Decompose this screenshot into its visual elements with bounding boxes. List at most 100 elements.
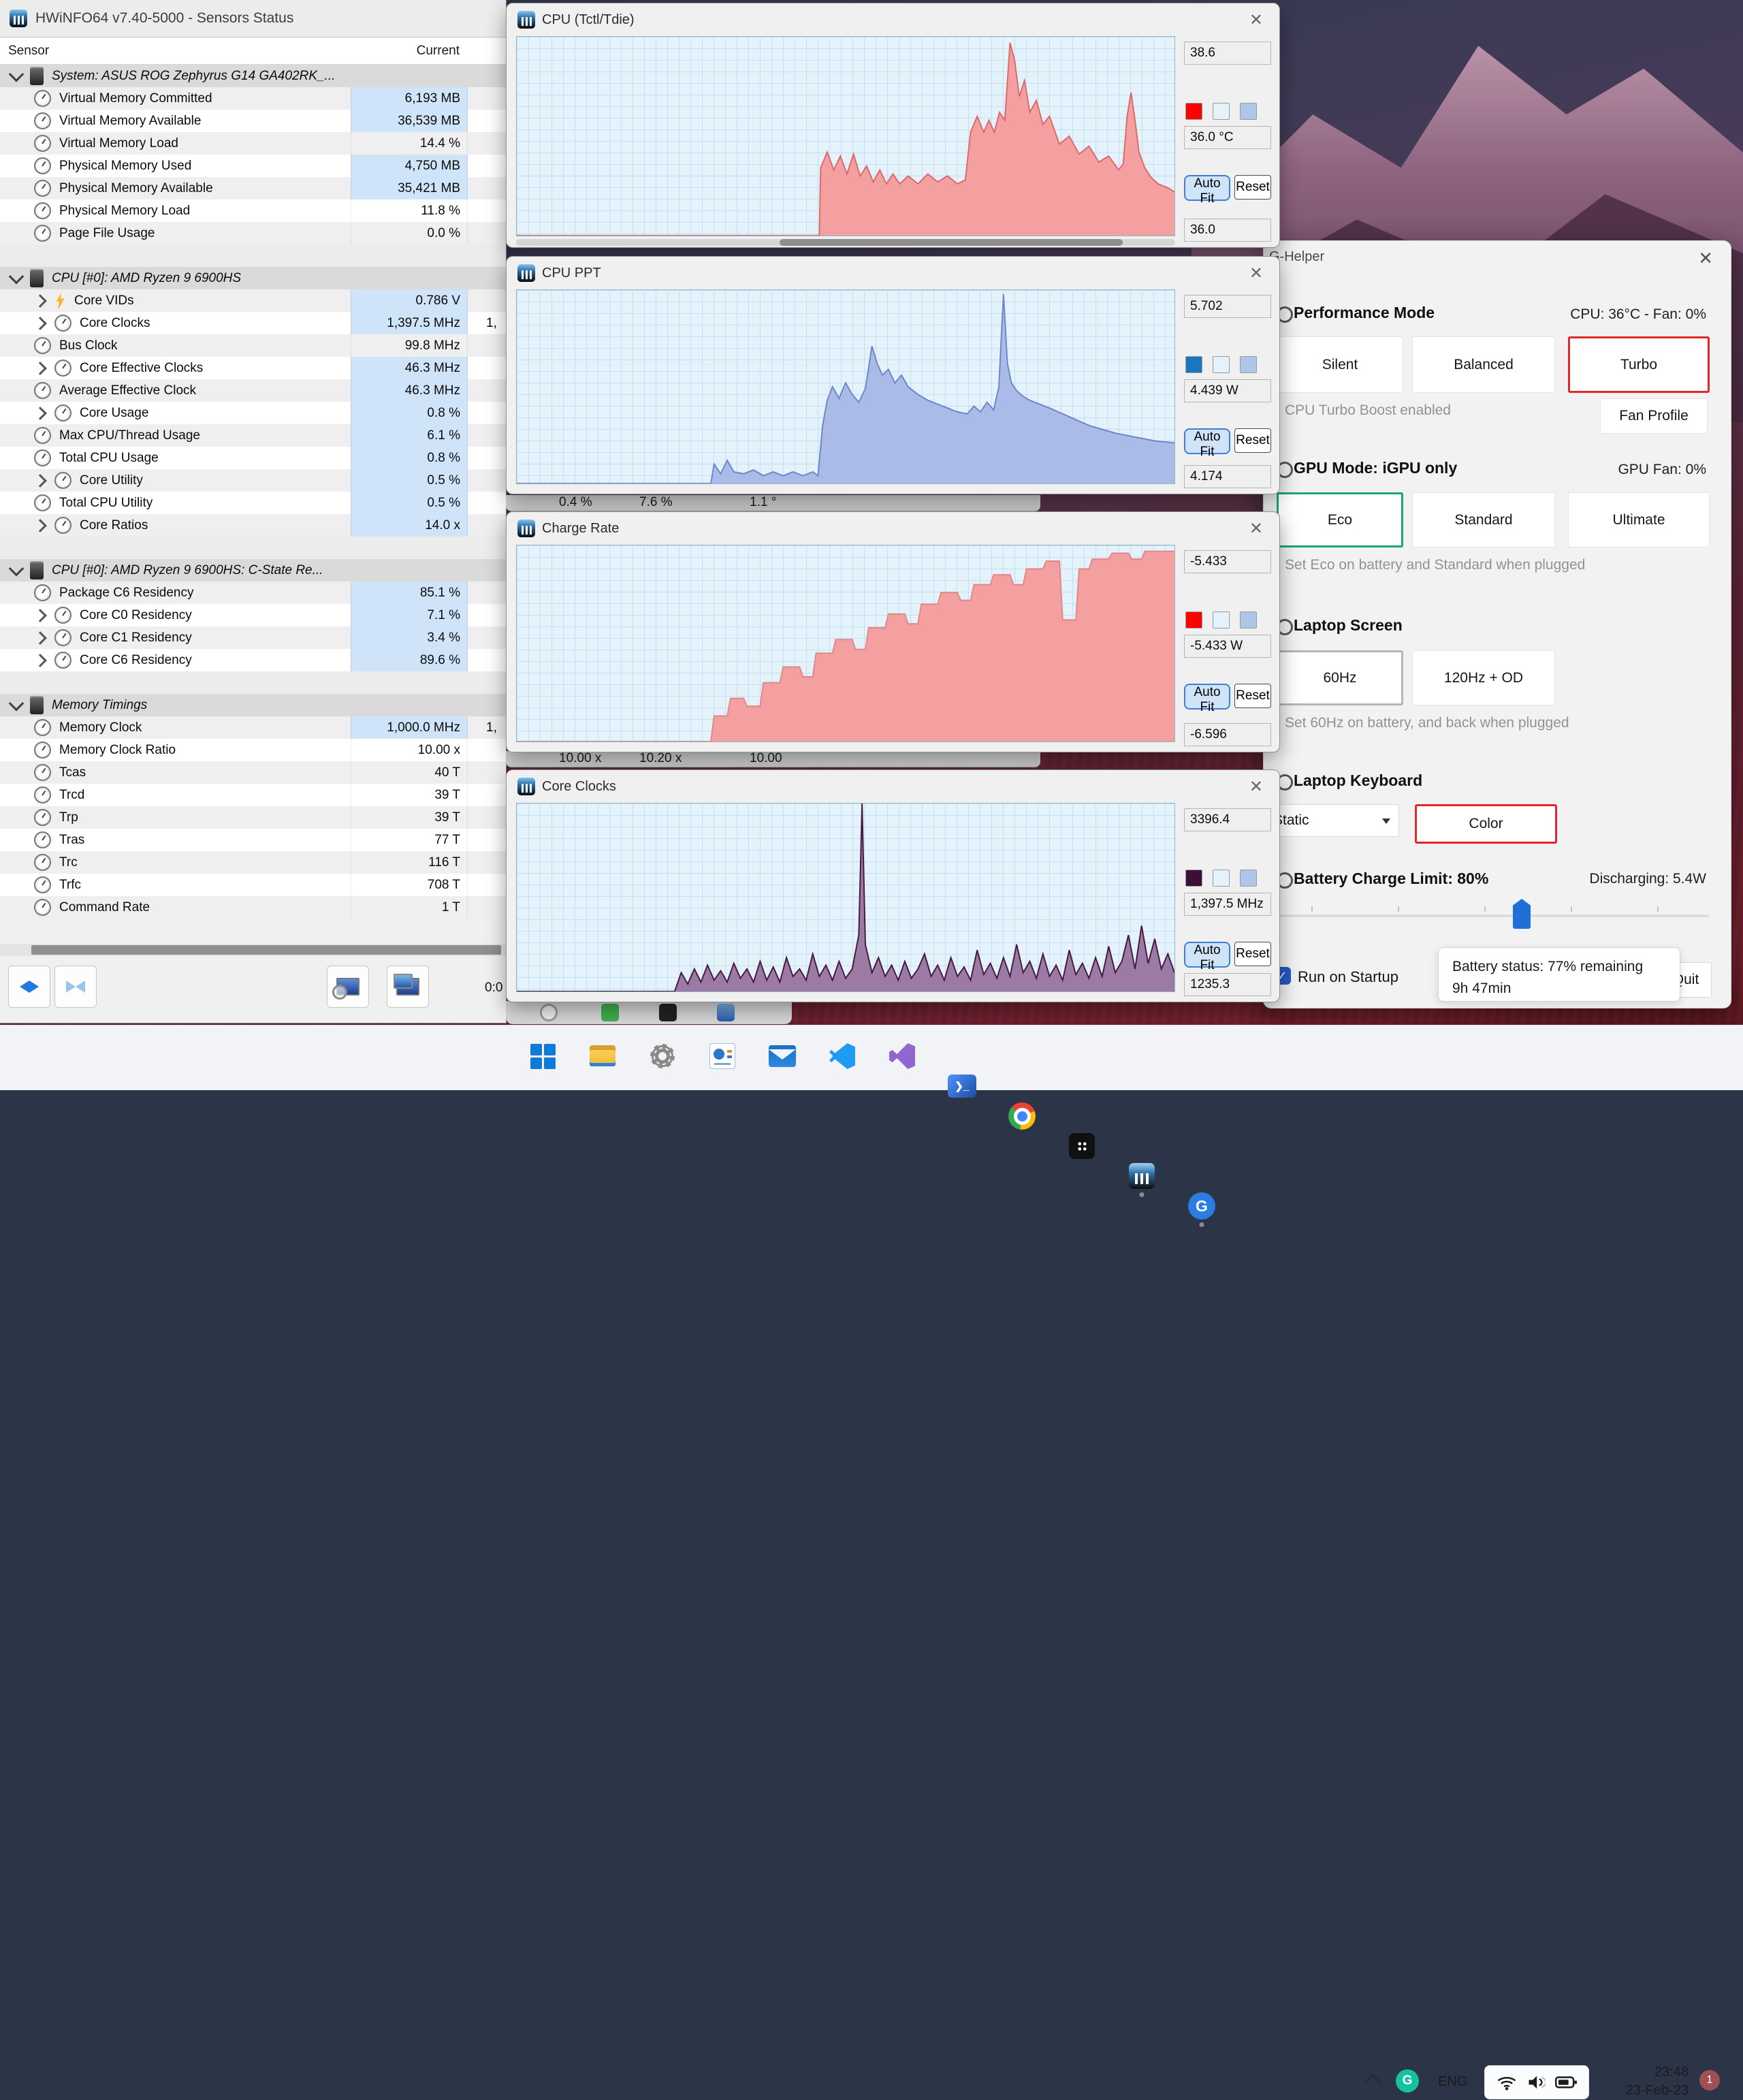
clock[interactable]: 23:48 23-Feb-23 [1620, 2063, 1689, 2100]
horizontal-scrollbar[interactable] [0, 944, 506, 956]
screen-button-120hz[interactable]: 120Hz + OD [1412, 650, 1555, 705]
battery-limit-slider[interactable] [1277, 906, 1709, 917]
sensor-row[interactable]: Core Clocks 1,397.5 MHz 1, [0, 312, 506, 334]
screen-button-60hz[interactable]: 60Hz [1277, 650, 1403, 705]
sensor-row[interactable]: Core Effective Clocks 46.3 MHz [0, 357, 506, 379]
taskbar-icon-settings[interactable] [647, 1041, 677, 1071]
taskbar-icon-mail[interactable] [767, 1041, 797, 1071]
sensor-row[interactable]: Virtual Memory Committed 6,193 MB [0, 87, 506, 110]
keyboard-mode-dropdown[interactable]: Static [1266, 804, 1399, 837]
sensor-row[interactable]: Average Effective Clock 46.3 MHz [0, 379, 506, 402]
sensor-row[interactable]: Command Rate 1 T [0, 896, 506, 919]
expand-columns-button[interactable] [8, 966, 50, 1008]
collapse-icon[interactable] [8, 66, 25, 82]
auto-fit-button[interactable]: Auto Fit [1184, 175, 1230, 206]
background-color-swatch[interactable] [1213, 611, 1230, 629]
system-tray[interactable] [1484, 2065, 1589, 2099]
taskbar-icon-powershell[interactable] [947, 1071, 977, 1101]
language-indicator[interactable]: ENG [1438, 2074, 1467, 2090]
expand-icon[interactable] [33, 316, 47, 330]
taskbar-icon-visual-studio[interactable] [887, 1041, 917, 1071]
reset-button[interactable]: Reset [1234, 428, 1271, 453]
sensor-group-row[interactable]: CPU [#0]: AMD Ryzen 9 6900HS [0, 267, 506, 289]
background-color-swatch[interactable] [1213, 103, 1230, 120]
expand-icon[interactable] [33, 361, 47, 375]
collapse-icon[interactable] [8, 560, 25, 576]
grammarly-tray-icon[interactable]: G [1396, 2069, 1419, 2093]
sensor-row[interactable]: Total CPU Usage 0.8 % [0, 447, 506, 469]
sensor-row[interactable]: Trfc 708 T [0, 874, 506, 896]
series-color-swatch[interactable] [1185, 356, 1202, 373]
grid-color-swatch[interactable] [1240, 103, 1257, 120]
sensor-row[interactable]: Total CPU Utility 0.5 % [0, 492, 506, 514]
taskbar-icon-start[interactable] [528, 1041, 558, 1071]
keyboard-color-button[interactable]: Color [1415, 804, 1557, 844]
graph-window-titlebar[interactable]: CPU (Tctl/Tdie) ✕ [507, 3, 1279, 36]
sensor-row[interactable]: Trcd 39 T [0, 784, 506, 806]
taskbar-icon-ghelper[interactable] [1187, 1191, 1217, 1227]
gpu-button-ultimate[interactable]: Ultimate [1568, 492, 1710, 547]
sensor-row[interactable]: Core C1 Residency 3.4 % [0, 626, 506, 649]
sensor-row[interactable]: Virtual Memory Available 36,539 MB [0, 110, 506, 132]
column-header-sensor[interactable]: Sensor [8, 44, 49, 59]
sensor-row[interactable]: Virtual Memory Load 14.4 % [0, 132, 506, 155]
sensor-row[interactable]: Trp 39 T [0, 806, 506, 829]
sensor-row[interactable]: Physical Memory Used 4,750 MB [0, 155, 506, 177]
sensor-row[interactable]: Physical Memory Available 35,421 MB [0, 177, 506, 200]
monitor-search-button[interactable] [327, 966, 369, 1008]
graph-window-titlebar[interactable]: CPU PPT ✕ [507, 257, 1279, 289]
series-color-swatch[interactable] [1185, 103, 1202, 120]
mode-button-silent[interactable]: Silent [1277, 336, 1403, 393]
expand-icon[interactable] [33, 608, 47, 622]
sensor-group-row[interactable]: System: ASUS ROG Zephyrus G14 GA402RK_..… [0, 65, 506, 87]
expand-icon[interactable] [33, 473, 47, 488]
expand-icon[interactable] [33, 518, 47, 532]
taskbar-icon-explorer[interactable] [588, 1041, 618, 1071]
close-icon[interactable]: ✕ [1249, 519, 1263, 539]
expand-icon[interactable] [33, 293, 47, 308]
close-icon[interactable]: ✕ [1249, 777, 1263, 797]
tray-chevron-up-icon[interactable] [1364, 2073, 1381, 2090]
column-header-current[interactable]: Current [351, 44, 460, 59]
series-color-swatch[interactable] [1185, 611, 1202, 629]
sensor-row[interactable]: Core VIDs 0.786 V [0, 289, 506, 312]
grid-color-swatch[interactable] [1240, 870, 1257, 887]
reset-button[interactable]: Reset [1234, 942, 1271, 966]
sensor-row[interactable]: Core Ratios 14.0 x [0, 514, 506, 537]
background-color-swatch[interactable] [1213, 356, 1230, 373]
slider-handle[interactable] [1513, 899, 1531, 929]
series-color-swatch[interactable] [1185, 870, 1202, 887]
sensor-row[interactable]: Bus Clock 99.8 MHz [0, 334, 506, 357]
reset-button[interactable]: Reset [1234, 684, 1271, 708]
collapse-icon[interactable] [8, 268, 25, 284]
sensor-row[interactable]: Page File Usage 0.0 % [0, 222, 506, 244]
remote-monitors-button[interactable] [387, 966, 429, 1008]
grid-color-swatch[interactable] [1240, 611, 1257, 629]
expand-icon[interactable] [33, 653, 47, 667]
fan-profile-button[interactable]: Fan Profile [1600, 398, 1708, 434]
close-icon[interactable]: ✕ [1249, 264, 1263, 283]
gpu-button-eco[interactable]: Eco [1277, 492, 1403, 547]
expand-icon[interactable] [33, 406, 47, 420]
auto-fit-button[interactable]: Auto Fit [1184, 428, 1230, 459]
sensor-row[interactable]: Core Utility 0.5 % [0, 469, 506, 492]
auto-fit-button[interactable]: Auto Fit [1184, 942, 1230, 972]
sensor-group-row[interactable]: CPU [#0]: AMD Ryzen 9 6900HS: C-State Re… [0, 559, 506, 582]
sensor-row[interactable]: Package C6 Residency 85.1 % [0, 582, 506, 604]
sensor-row[interactable]: Core C0 Residency 7.1 % [0, 604, 506, 626]
auto-fit-button[interactable]: Auto Fit [1184, 684, 1230, 714]
taskbar-icon-chrome[interactable] [1007, 1101, 1037, 1131]
sensor-row[interactable]: Memory Clock Ratio 10.00 x [0, 739, 506, 761]
mode-button-balanced[interactable]: Balanced [1412, 336, 1555, 393]
graph-window-titlebar[interactable]: Core Clocks ✕ [507, 770, 1279, 803]
collapse-icon[interactable] [8, 695, 25, 711]
graph-window-titlebar[interactable]: Charge Rate ✕ [507, 512, 1279, 545]
sensor-row[interactable]: Core Usage 0.8 % [0, 402, 506, 424]
sensor-row[interactable]: Memory Clock 1,000.0 MHz 1, [0, 716, 506, 739]
sensor-row[interactable]: Core C6 Residency 89.6 % [0, 649, 506, 671]
taskbar-icon-vscode[interactable] [827, 1041, 857, 1071]
hwinfo-titlebar[interactable]: HWiNFO64 v7.40-5000 - Sensors Status [0, 0, 506, 37]
graph-scrollbar[interactable] [516, 239, 1175, 246]
sensor-row[interactable]: Tcas 40 T [0, 761, 506, 784]
close-icon[interactable]: ✕ [1698, 248, 1713, 269]
